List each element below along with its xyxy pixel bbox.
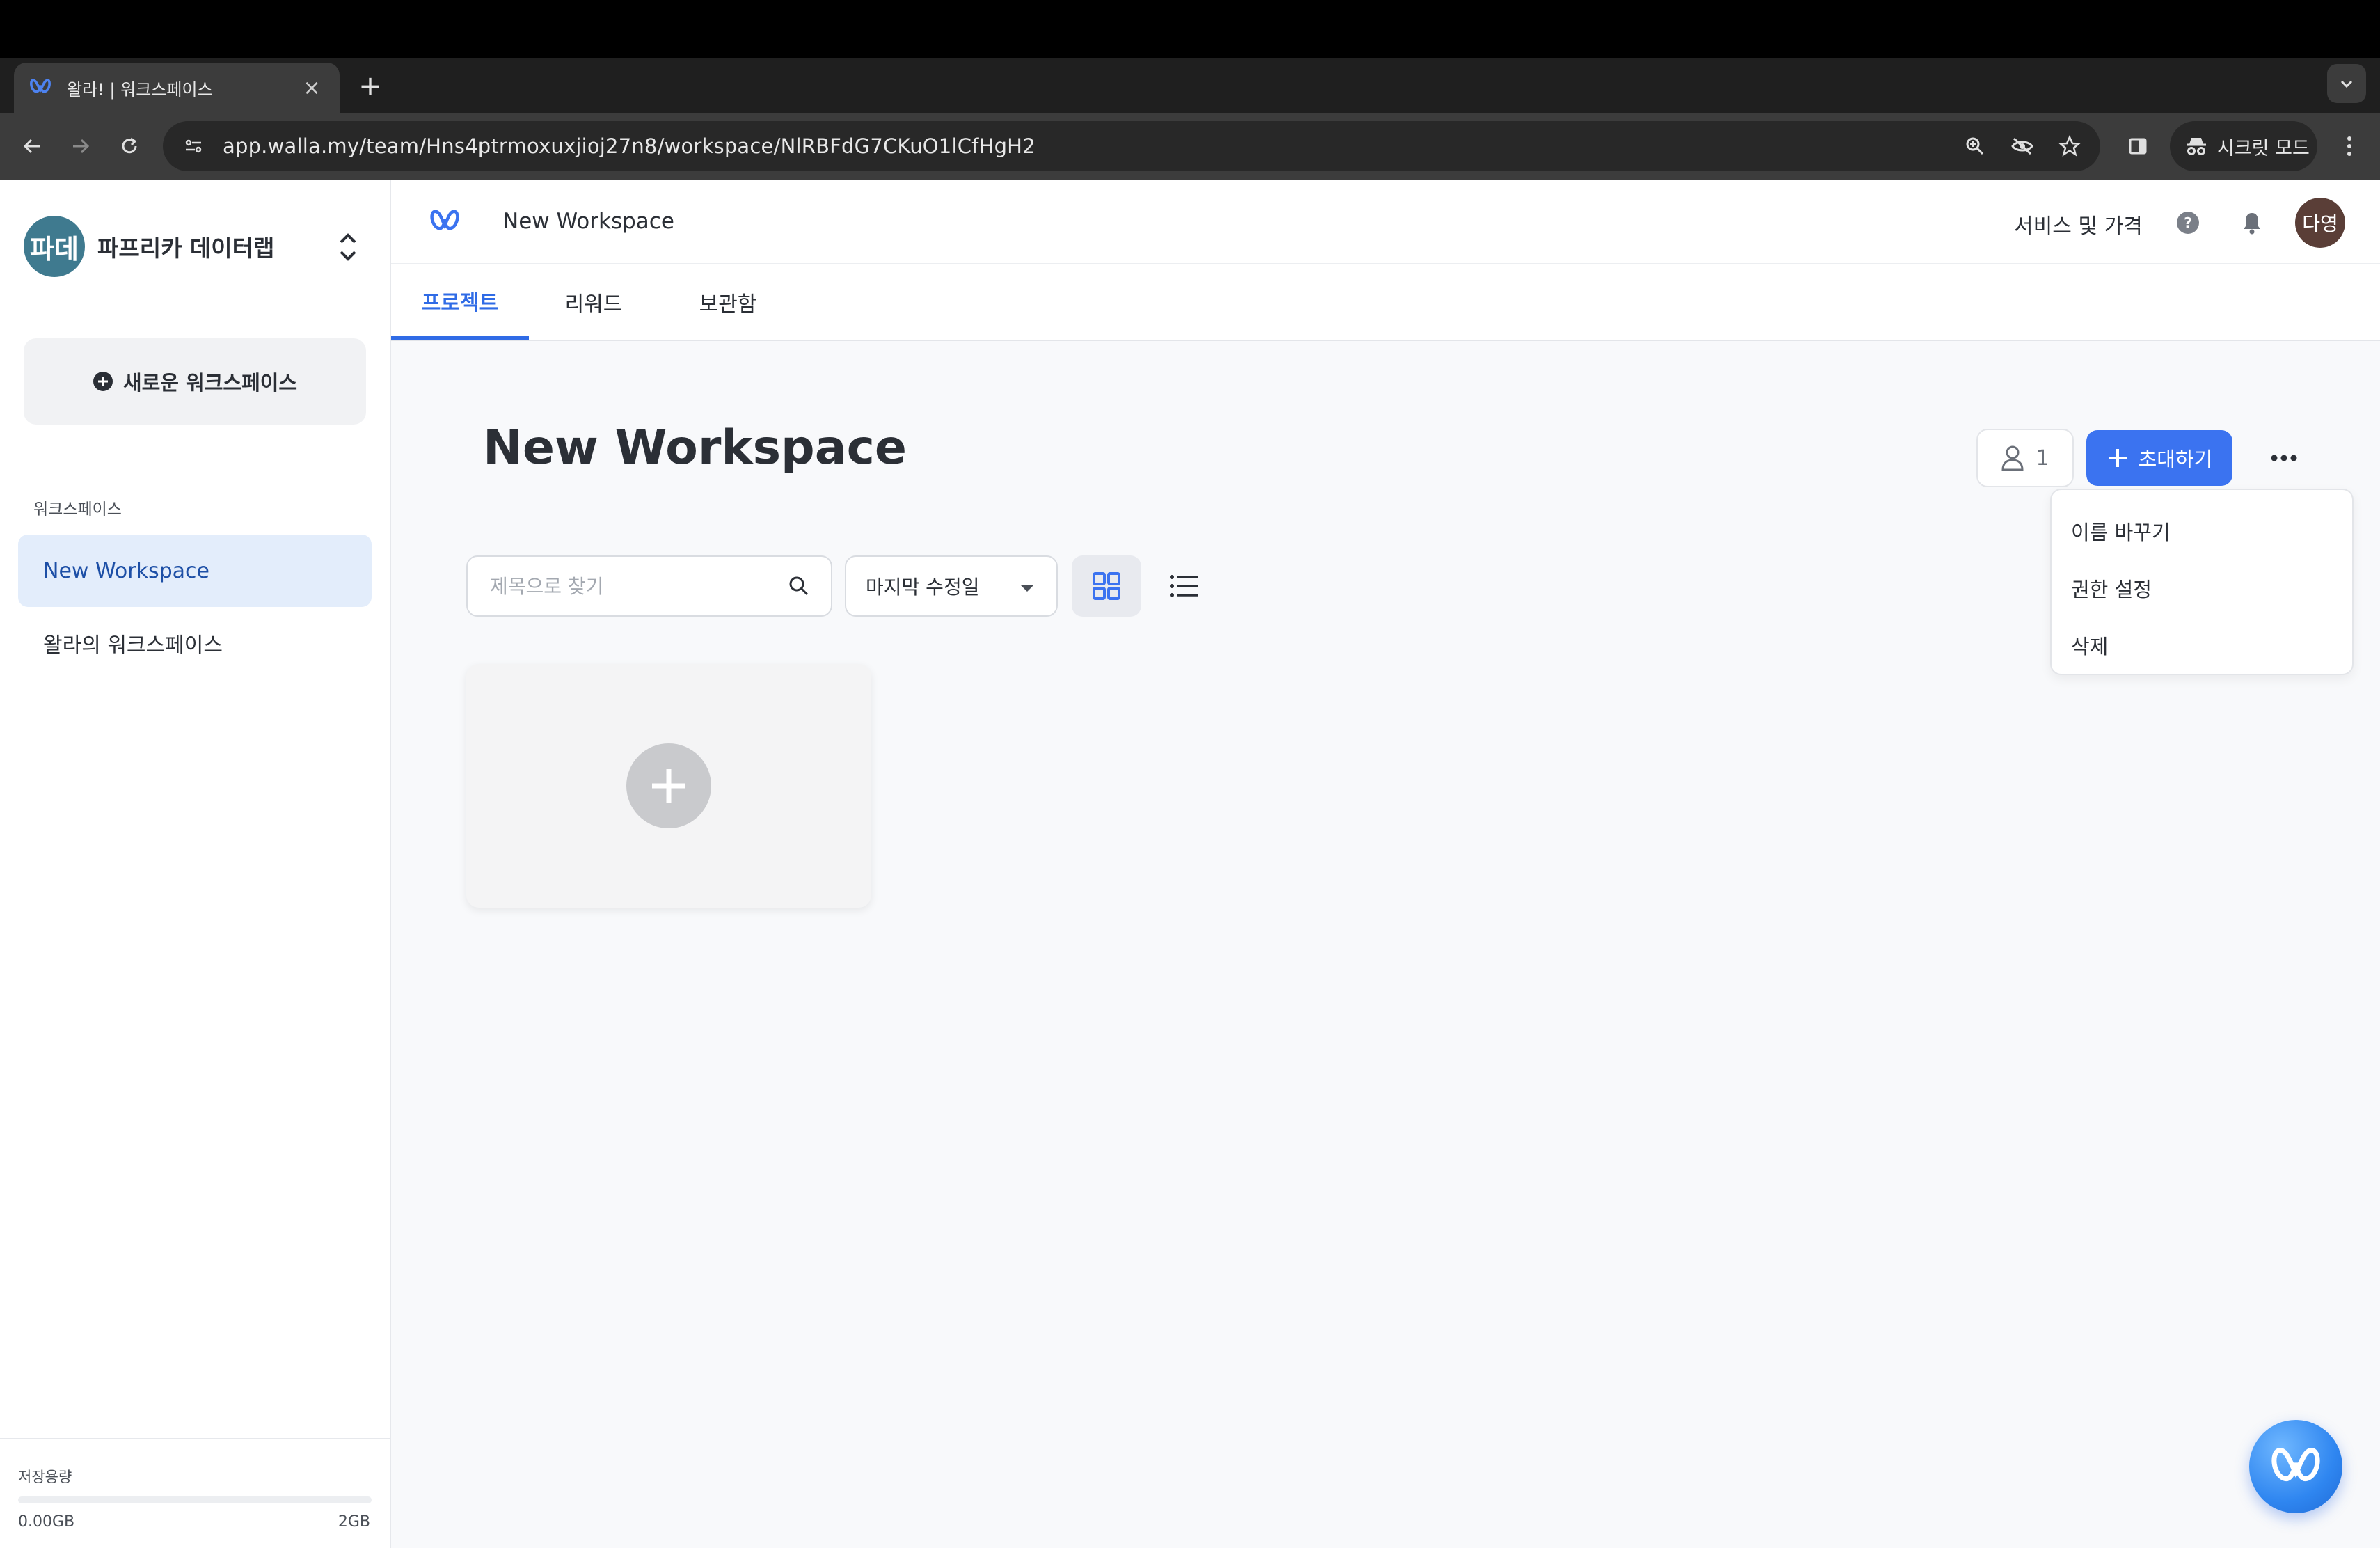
- storage-panel: 저장용량 0.00GB 2GB: [0, 1438, 390, 1548]
- menu-item-rename[interactable]: 이름 바꾸기: [2052, 503, 2352, 560]
- sidebar-item-label: 왈라의 워크스페이스: [43, 633, 223, 658]
- eye-off-icon[interactable]: [2006, 129, 2039, 163]
- menu-item-permissions[interactable]: 권한 설정: [2052, 560, 2352, 617]
- incognito-icon: [2187, 138, 2206, 155]
- sidebar-item-new-workspace[interactable]: New Workspace: [18, 535, 372, 607]
- workspace-options-menu: 이름 바꾸기 권한 설정 삭제: [2050, 489, 2354, 675]
- incognito-badge[interactable]: 시크릿 모드: [2170, 121, 2317, 171]
- url-text: app.walla.my/team/Hns4ptrmoxuxjioj27n8/w…: [223, 134, 1036, 158]
- team-avatar: 파데: [24, 216, 85, 277]
- new-workspace-label: 새로운 워크스페이스: [122, 371, 298, 395]
- member-count: 1: [2036, 445, 2049, 471]
- walla-favicon-icon: [30, 79, 51, 93]
- team-selector[interactable]: 파데 파프리카 데이터랩: [24, 216, 274, 277]
- storage-total: 2GB: [338, 1513, 370, 1531]
- site-info-icon[interactable]: [174, 127, 213, 166]
- app-root: 파데 파프리카 데이터랩 새로운 워크스페이스 워크스페이스 New Works…: [0, 180, 2380, 1548]
- browser-tab-strip: 왈라! | 워크스페이스 × +: [0, 58, 2380, 113]
- tab-bar: 프로젝트 리워드 보관함: [391, 264, 2380, 341]
- storage-progress-bar: [18, 1496, 372, 1503]
- user-icon: [2001, 445, 2024, 471]
- new-tab-button[interactable]: +: [352, 68, 388, 104]
- reload-icon: [122, 137, 137, 154]
- user-avatar[interactable]: 다영: [2295, 198, 2345, 248]
- storage-label: 저장용량: [18, 1469, 72, 1485]
- add-project-icon: [626, 743, 711, 828]
- page-title: New Workspace: [483, 420, 907, 475]
- service-pricing-link[interactable]: 서비스 및 가격: [2014, 209, 2143, 239]
- plus-icon: [2108, 449, 2127, 467]
- browser-tab-title: 왈라! | 워크스페이스: [67, 79, 213, 100]
- sidebar: 파데 파프리카 데이터랩 새로운 워크스페이스 워크스페이스 New Works…: [0, 180, 391, 1548]
- caret-down-icon: [1020, 585, 1034, 592]
- tab-archive[interactable]: 보관함: [658, 264, 798, 340]
- add-project-card[interactable]: [466, 664, 871, 908]
- invite-label: 초대하기: [2138, 448, 2213, 471]
- browser-menu-button[interactable]: [2333, 129, 2366, 163]
- list-view-button[interactable]: [1150, 555, 1219, 617]
- add-circle-icon: [93, 372, 113, 391]
- browser-tab[interactable]: 왈라! | 워크스페이스 ×: [14, 63, 340, 113]
- back-button[interactable]: [15, 129, 49, 163]
- more-horizontal-icon: [2271, 455, 2297, 461]
- sort-select[interactable]: 마지막 수정일: [845, 555, 1058, 617]
- grid-view-button[interactable]: [1072, 555, 1141, 617]
- kebab-menu-icon: [2347, 136, 2351, 156]
- incognito-label: 시크릿 모드: [2217, 137, 2310, 159]
- sidebar-item-label: New Workspace: [43, 558, 209, 583]
- walla-logo-icon[interactable]: [429, 207, 461, 235]
- address-bar[interactable]: app.walla.my/team/Hns4ptrmoxuxjioj27n8/w…: [163, 121, 2100, 171]
- browser-toolbar: app.walla.my/team/Hns4ptrmoxuxjioj27n8/w…: [0, 113, 2380, 180]
- side-panel-button[interactable]: [2121, 129, 2155, 163]
- walla-logo-icon: [2271, 1448, 2320, 1482]
- chevron-down-icon: [2340, 80, 2353, 88]
- help-chat-button[interactable]: [2249, 1420, 2342, 1513]
- team-name: 파프리카 데이터랩: [97, 235, 275, 262]
- workspace-section-label: 워크스페이스: [33, 500, 122, 519]
- menu-item-delete[interactable]: 삭제: [2052, 617, 2352, 674]
- tab-projects[interactable]: 프로젝트: [391, 264, 529, 340]
- search-box: [466, 555, 832, 617]
- sidebar-item-walla-workspace[interactable]: 왈라의 워크스페이스: [18, 607, 372, 679]
- help-button[interactable]: ?: [2171, 206, 2205, 239]
- more-options-button[interactable]: [2259, 440, 2309, 476]
- search-input[interactable]: [490, 574, 782, 598]
- svg-text:?: ?: [2184, 214, 2192, 231]
- bell-icon: [2244, 213, 2260, 235]
- side-panel-icon: [2129, 138, 2147, 155]
- zoom-icon[interactable]: [1958, 129, 1992, 163]
- members-button[interactable]: 1: [1976, 429, 2074, 487]
- chevron-up-down-icon[interactable]: [334, 228, 362, 266]
- storage-used: 0.00GB: [18, 1513, 75, 1531]
- arrow-left-icon: [23, 139, 40, 154]
- reload-button[interactable]: [113, 129, 146, 163]
- screen-top-bar: [0, 0, 2380, 58]
- help-icon: ?: [2177, 212, 2199, 234]
- search-icon[interactable]: [782, 569, 816, 603]
- new-workspace-button[interactable]: 새로운 워크스페이스: [24, 338, 366, 425]
- top-header: New Workspace 서비스 및 가격 ? 다영: [391, 180, 2380, 264]
- arrow-right-icon: [73, 139, 90, 154]
- tab-rewards[interactable]: 리워드: [529, 264, 658, 340]
- close-tab-icon[interactable]: ×: [298, 76, 326, 100]
- sort-value: 마지막 수정일: [866, 576, 980, 599]
- forward-button[interactable]: [64, 129, 97, 163]
- bookmark-star-icon[interactable]: [2053, 129, 2086, 163]
- tab-search-button[interactable]: [2327, 64, 2366, 103]
- notifications-button[interactable]: [2235, 206, 2269, 239]
- list-view-icon: [1170, 575, 1198, 597]
- main-content: New Workspace 서비스 및 가격 ? 다영 프로젝트 리워드 보관함…: [391, 180, 2380, 1548]
- breadcrumb: New Workspace: [502, 209, 674, 234]
- invite-button[interactable]: 초대하기: [2086, 430, 2232, 486]
- grid-view-icon: [1093, 572, 1120, 600]
